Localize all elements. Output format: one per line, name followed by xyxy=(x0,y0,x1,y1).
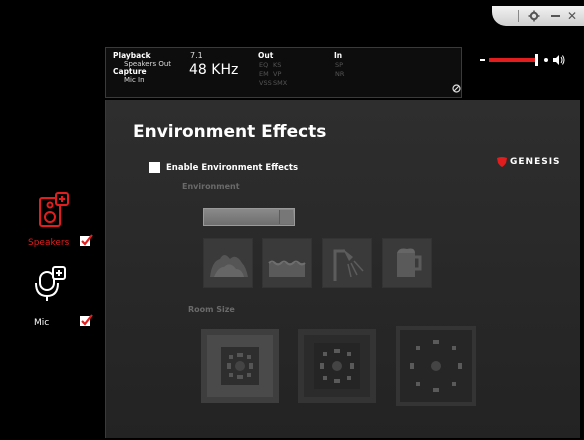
environment-dropdown[interactable] xyxy=(203,208,295,226)
microphone-icon xyxy=(35,266,66,301)
genesis-logo-icon xyxy=(497,157,507,167)
environment-label: Environment xyxy=(182,182,240,191)
disabled-icon xyxy=(452,84,461,93)
medium-room-icon xyxy=(304,335,370,397)
out-item: EM xyxy=(259,70,269,78)
out-item: EQ xyxy=(259,61,269,69)
brand-name: GENESIS xyxy=(510,157,561,167)
genesis-logo: GENESIS xyxy=(496,156,561,168)
mug-icon xyxy=(397,248,422,277)
out-item: SMX xyxy=(273,79,288,87)
theater-icon xyxy=(210,255,248,277)
playback-label: Playback xyxy=(113,51,151,60)
gear-icon xyxy=(528,10,540,22)
speaker-volume-icon[interactable] xyxy=(552,54,566,66)
mic-checkbox[interactable] xyxy=(80,314,93,326)
in-label: In xyxy=(334,51,343,60)
volume-down-icon[interactable] xyxy=(480,59,485,61)
room-size-small[interactable] xyxy=(201,329,279,403)
mic-label: Mic xyxy=(34,318,50,328)
large-room-icon xyxy=(400,330,472,402)
volume-thumb[interactable] xyxy=(535,54,538,66)
environment-preset-pub[interactable] xyxy=(382,238,432,288)
minimize-button[interactable] xyxy=(547,6,563,26)
out-item: VP xyxy=(273,70,282,78)
close-icon: ✕ xyxy=(566,9,578,23)
environment-preset-water[interactable] xyxy=(262,238,312,288)
room-size-label: Room Size xyxy=(188,305,235,314)
enable-environment-label: Enable Environment Effects xyxy=(166,162,299,173)
status-panel: Playback Speakers Out Capture Mic In 7.1… xyxy=(105,47,462,98)
shower-icon xyxy=(333,249,364,281)
small-room-icon xyxy=(207,335,273,397)
page-title: Environment Effects xyxy=(133,122,327,142)
speaker-icon xyxy=(39,192,69,227)
out-label: Out xyxy=(258,51,274,60)
separator xyxy=(518,10,519,22)
capture-label: Capture xyxy=(113,67,147,76)
room-size-medium[interactable] xyxy=(298,329,376,403)
enable-environment-checkbox[interactable] xyxy=(149,162,160,173)
minimize-icon xyxy=(550,15,560,17)
sample-rate: 48 KHz xyxy=(189,62,239,78)
enable-environment-checkbox-row[interactable]: Enable Environment Effects xyxy=(149,162,298,173)
environment-preset-theater[interactable] xyxy=(203,238,253,288)
capture-device: Mic In xyxy=(124,76,145,84)
volume-slider[interactable] xyxy=(480,52,580,68)
speakers-tab[interactable]: Speakers xyxy=(28,190,100,258)
out-item: VSS xyxy=(259,79,272,87)
device-sidebar: Speakers Mic xyxy=(0,100,105,440)
mic-tab[interactable]: Mic xyxy=(30,264,100,336)
channel-config: 7.1 xyxy=(190,51,203,60)
out-item: KS xyxy=(273,61,282,69)
volume-track[interactable] xyxy=(489,58,535,62)
speakers-label: Speakers xyxy=(28,238,70,248)
close-button[interactable]: ✕ xyxy=(564,6,580,26)
dropdown-arrow-icon xyxy=(279,210,293,224)
settings-button[interactable] xyxy=(526,6,542,26)
room-size-large[interactable] xyxy=(396,326,476,406)
in-item: SP xyxy=(335,61,344,69)
volume-up-icon[interactable] xyxy=(544,58,548,62)
speakers-checkbox[interactable] xyxy=(80,234,93,246)
environment-effects-panel: Environment Effects Enable Environment E… xyxy=(105,100,580,438)
water-icon xyxy=(268,260,306,277)
window-controls: ✕ xyxy=(492,6,584,26)
in-item: NR xyxy=(335,70,345,78)
environment-preset-shower[interactable] xyxy=(322,238,372,288)
